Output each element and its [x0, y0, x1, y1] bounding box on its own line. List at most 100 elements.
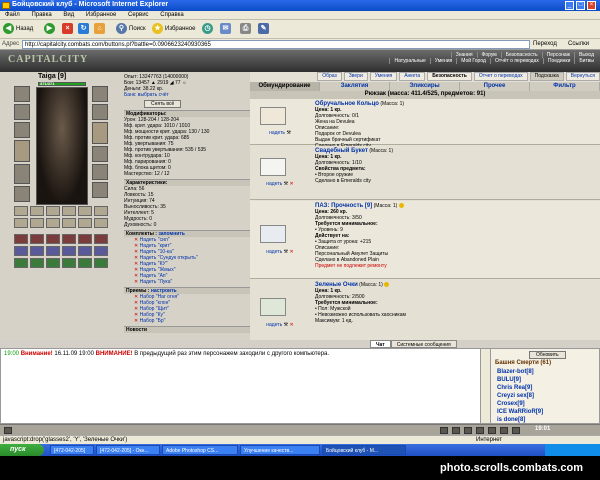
menu-tools[interactable]: Сервис	[123, 11, 154, 18]
equip-link[interactable]: надеть	[269, 130, 285, 136]
minimize-button[interactable]: _	[565, 1, 574, 10]
stat-bank-link[interactable]: Банк: выбрать счёт	[124, 92, 250, 98]
scroll-slot-1[interactable]	[14, 234, 28, 244]
nav-transfer-report[interactable]: Отчёт о переводах	[489, 58, 543, 64]
sound-icon[interactable]	[488, 427, 496, 434]
tab-hint[interactable]: Подсказка	[529, 72, 564, 81]
tab-pets[interactable]: Звери	[343, 72, 368, 81]
scroll-slot-8[interactable]	[30, 246, 44, 256]
small-slot-3[interactable]	[46, 206, 60, 216]
scroll-slot-3[interactable]	[46, 234, 60, 244]
nav-skills[interactable]: Умения	[429, 58, 456, 64]
small-slot-7[interactable]	[14, 218, 28, 228]
tab-transfer-report[interactable]: Отчет о переводах	[473, 72, 528, 81]
user-entry[interactable]: Chris Rea[9]	[497, 384, 543, 392]
small-slot-9[interactable]	[46, 218, 60, 228]
filter-icon[interactable]	[452, 427, 460, 434]
back-button[interactable]: ◀ Назад	[3, 23, 33, 36]
scroll-slot-12[interactable]	[94, 246, 108, 256]
small-slot-5[interactable]	[78, 206, 92, 216]
scroll-slot-2[interactable]	[30, 234, 44, 244]
earrings-slot[interactable]	[14, 104, 30, 120]
tab-skills[interactable]: Умения	[369, 72, 398, 81]
scroll-slot-6[interactable]	[94, 234, 108, 244]
wrench-icon[interactable]: ⚒	[284, 181, 288, 187]
scroll-slot-5[interactable]	[78, 234, 92, 244]
tab-image[interactable]: Образ	[317, 72, 342, 81]
user-entry[interactable]: BULU[9]	[497, 376, 543, 384]
tab-return[interactable]: Вернуться	[565, 72, 600, 81]
address-input[interactable]: http://capitalcity.combats.com/buttons.p…	[22, 40, 530, 49]
tab-system-messages[interactable]: Системные сообщения	[390, 340, 457, 348]
scroll-slot-14[interactable]	[30, 258, 44, 268]
forward-button[interactable]: ▶	[44, 23, 57, 36]
equip-link[interactable]: надеть	[266, 181, 282, 187]
tab-profile[interactable]: Анкета	[399, 72, 426, 81]
scroll-slot-16[interactable]	[62, 258, 76, 268]
menu-view[interactable]: Вид	[58, 11, 79, 18]
chat-scrollbar[interactable]	[480, 349, 490, 423]
nav-my-city[interactable]: Мой Город	[456, 58, 490, 64]
taskbar-task[interactable]: [472-042-205]	[50, 445, 94, 455]
tab-elixirs[interactable]: Эликсиры	[390, 82, 460, 91]
equip-link[interactable]: надеть	[266, 322, 282, 328]
equip-link[interactable]: надеть	[266, 249, 282, 255]
wrench-icon[interactable]: ⚒	[286, 130, 290, 136]
scroll-slot-11[interactable]	[78, 246, 92, 256]
translit-icon[interactable]	[476, 427, 484, 434]
remove-all-button[interactable]: Снять всё	[144, 100, 182, 108]
leggings-slot[interactable]	[92, 146, 108, 162]
nav-natural[interactable]: Натуральные	[389, 58, 429, 64]
scroll-slot-18[interactable]	[94, 258, 108, 268]
scroll-slot-4[interactable]	[62, 234, 76, 244]
delete-icon[interactable]: ✕	[290, 181, 294, 187]
chat-input-icon[interactable]	[4, 427, 12, 434]
menu-favorites[interactable]: Избранное	[81, 11, 121, 18]
edit-button[interactable]: ✎	[258, 23, 271, 36]
small-slot-12[interactable]	[94, 218, 108, 228]
nav-fights[interactable]: Поединки	[542, 58, 575, 64]
small-slot-8[interactable]	[30, 218, 44, 228]
mods-section-head[interactable]: Модификаторы:	[124, 110, 250, 117]
small-slot-4[interactable]	[62, 206, 76, 216]
small-slot-11[interactable]	[78, 218, 92, 228]
nav-battles[interactable]: Битвы	[574, 58, 598, 64]
user-entry[interactable]: is done[8]	[497, 416, 543, 424]
tab-security[interactable]: Безопасность	[427, 72, 472, 81]
exit-game-icon[interactable]	[512, 427, 520, 434]
refresh-button[interactable]: ↻	[78, 23, 91, 36]
stop-button[interactable]: ×	[62, 23, 75, 36]
bracers-slot[interactable]	[92, 86, 108, 102]
boots-slot[interactable]	[92, 164, 108, 180]
go-button[interactable]: Переход	[533, 40, 557, 49]
smiles-icon[interactable]	[440, 427, 448, 434]
delete-icon[interactable]: ✕	[290, 322, 294, 328]
scroll-slot-15[interactable]	[46, 258, 60, 268]
user-entry[interactable]: Blazer-bot[8]	[497, 368, 543, 376]
tab-filter[interactable]: Фильтр	[530, 82, 600, 91]
history-button[interactable]: ◷	[202, 23, 215, 36]
scroll-slot-9[interactable]	[46, 246, 60, 256]
shield-slot[interactable]	[92, 122, 108, 144]
chat-box[interactable]: 19:00 Внимание! 16.11.09 19:00 ВНИМАНИЕ!…	[0, 348, 490, 424]
refresh-users-button[interactable]: Обновить	[529, 351, 566, 359]
small-slot-6[interactable]	[94, 206, 108, 216]
armor-slot[interactable]	[14, 164, 30, 184]
small-slot-1[interactable]	[14, 206, 28, 216]
favorites-button[interactable]: ★ Избранное	[152, 23, 195, 36]
home-button[interactable]: ⌂	[94, 23, 107, 36]
taskbar-task-active[interactable]: Бойцовский клуб - M...	[322, 445, 406, 455]
print-button[interactable]: ⎙	[240, 23, 253, 36]
tab-spells[interactable]: Заклятия	[320, 82, 390, 91]
news-section-head[interactable]: Новости	[124, 326, 250, 333]
taskbar-task[interactable]: [472-042-205] - Окн...	[96, 445, 160, 455]
spell-set-item[interactable]: ✕ Набор "Бр"	[134, 318, 250, 324]
tab-chat[interactable]: Чат	[370, 340, 391, 348]
gloves-slot[interactable]	[92, 104, 108, 120]
belt-slot[interactable]	[14, 186, 30, 202]
chars-section-head[interactable]: Характеристики:	[124, 179, 250, 186]
scroll-slot-10[interactable]	[62, 246, 76, 256]
menu-file[interactable]: Файл	[0, 11, 25, 18]
scroll-slot-17[interactable]	[78, 258, 92, 268]
weapon-slot[interactable]	[14, 140, 30, 162]
